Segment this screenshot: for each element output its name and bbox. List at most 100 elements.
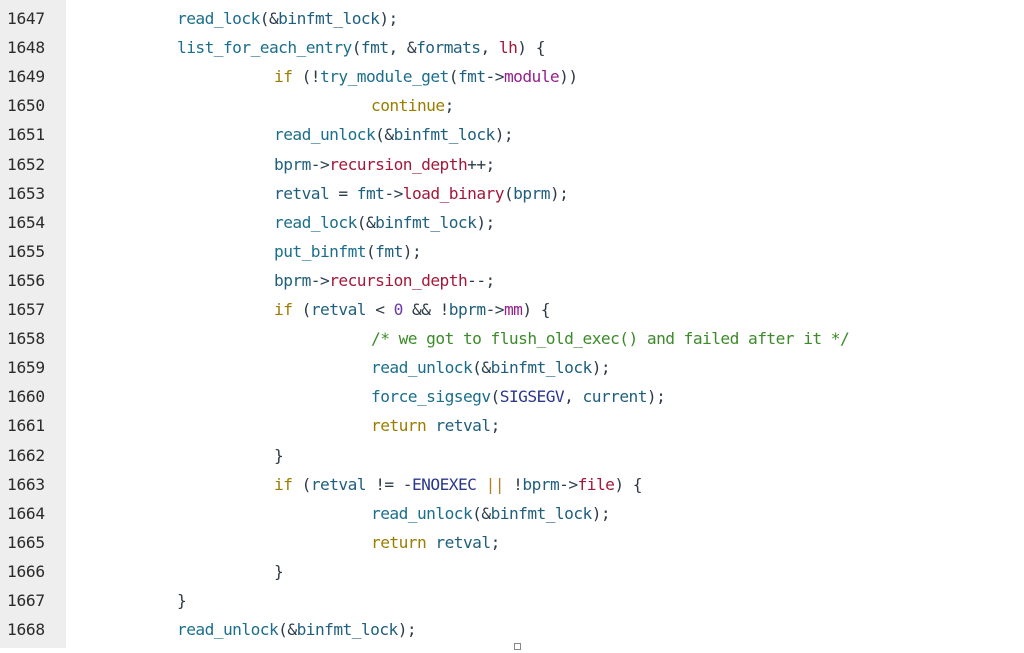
code-token: retval [435,532,491,552]
code-text: } [274,441,284,470]
code-token: continue [371,96,445,116]
code-token: retval [435,416,491,436]
code-token: recursion_depth [329,154,468,174]
code-text: force_sigsegv(SIGSEGV, current); [371,382,666,411]
code-token: retval [310,300,367,319]
code-text: return retval; [371,528,500,557]
code-text: read_unlock(&binfmt_lock); [274,120,514,149]
code-token: ); [379,9,398,28]
code-text: bprm->recursion_depth++; [274,150,495,179]
code-token: file [577,474,615,494]
line-number: 1647 [7,9,45,28]
code-token: ( [490,387,501,407]
code-token: ! [503,474,523,494]
code-token: -> [310,154,330,174]
code-line: 1661 return retval; [0,411,1024,440]
code-token: bprm [522,474,560,494]
code-token: } [274,445,284,465]
code-token: ); [591,358,611,378]
code-text: list_for_each_entry(fmt, &formats, lh) { [177,33,545,62]
line-number: 1652 [7,154,45,174]
code-token: binfmt_lock [490,503,593,523]
code-token: formats [416,38,481,58]
code-token: retval [274,183,330,203]
code-line: 1667} [0,586,1024,615]
code-token: -> [310,270,330,290]
code-token: read_unlock [274,125,376,145]
code-token: ); [397,620,417,640]
code-token: module [503,67,560,87]
line-number: 1660 [7,387,45,407]
code-line: 1653 retval = fmt->load_binary(bprm); [0,179,1024,208]
code-text: continue; [371,91,454,120]
line-number: 1659 [7,358,45,378]
code-token: = [329,183,357,203]
line-number: 1668 [7,620,45,640]
code-text: if (retval != -ENOEXEC || !bprm->file) { [274,470,643,499]
code-token: (& [375,125,394,145]
code-text: } [274,557,284,586]
code-token: bprm [274,154,311,174]
code-token: ); [402,241,422,261]
code-token: binfmt_lock [393,125,496,145]
code-token: ); [646,387,666,407]
code-token: != - [366,474,412,494]
code-token: && ! [402,300,449,319]
code-token: list_for_each_entry [177,38,352,58]
code-line: 1655 put_binfmt(fmt); [0,237,1024,266]
code-line: 1658 /* we got to flush_old_exec() and fa… [0,324,1024,353]
line-number: 1649 [7,67,45,87]
code-token: bprm [513,183,550,203]
code-text: put_binfmt(fmt); [274,237,422,266]
code-token: fmt [360,38,389,58]
code-token: ( [365,241,376,261]
code-line: 1664 read_unlock(&binfmt_lock); [0,499,1024,528]
code-token: ; [444,96,455,116]
code-text: read_unlock(&binfmt_lock); [371,499,611,528]
code-token: ); [476,212,495,232]
code-token: lh [498,38,518,58]
code-token: retval [310,474,367,494]
code-line: 1651 read_unlock(&binfmt_lock); [0,120,1024,149]
code-line: 1657 if (retval < 0 && !bprm->mm) { [0,295,1024,324]
line-number: 1657 [7,300,45,319]
code-token: read_unlock [177,620,279,640]
code-token: ); [494,125,514,145]
code-token: ; [490,532,501,552]
code-token: binfmt_lock [296,620,399,640]
code-token: ) { [614,474,642,494]
code-token: read_unlock [371,503,473,523]
code-token: (& [278,620,297,640]
resize-handle-icon[interactable] [514,643,521,650]
line-number: 1661 [7,416,45,436]
line-number: 1650 [7,96,45,116]
code-text: return retval; [371,411,500,440]
code-token: recursion_depth [329,270,468,290]
code-line: 1659 read_unlock(&binfmt_lock); [0,353,1024,382]
code-line: 1654 read_lock(&binfmt_lock); [0,208,1024,237]
code-token: )) [559,67,578,87]
code-token: load_binary [402,183,505,203]
code-text: read_lock(&binfmt_lock); [274,208,495,237]
code-token: --; [467,270,495,290]
code-token: ); [591,503,611,523]
code-token: if [274,300,293,319]
code-token: ( [292,300,312,319]
line-number: 1655 [7,241,45,261]
code-line: 1662} [0,441,1024,470]
code-token: ( [292,474,312,494]
code-text: } [177,586,187,615]
code-line: 1666} [0,557,1024,586]
code-token: SIGSEGV [499,387,565,407]
code-token: fmt [375,241,403,261]
code-token: force_sigsegv [371,387,491,407]
line-number: 1648 [7,38,45,58]
line-number: 1654 [7,212,45,232]
code-line: 1650 continue; [0,91,1024,120]
code-token: fmt [356,183,385,203]
code-token: (& [259,9,279,28]
code-token: read_lock [274,212,357,232]
code-token: ( [503,183,514,203]
code-token: 0 [393,300,404,319]
